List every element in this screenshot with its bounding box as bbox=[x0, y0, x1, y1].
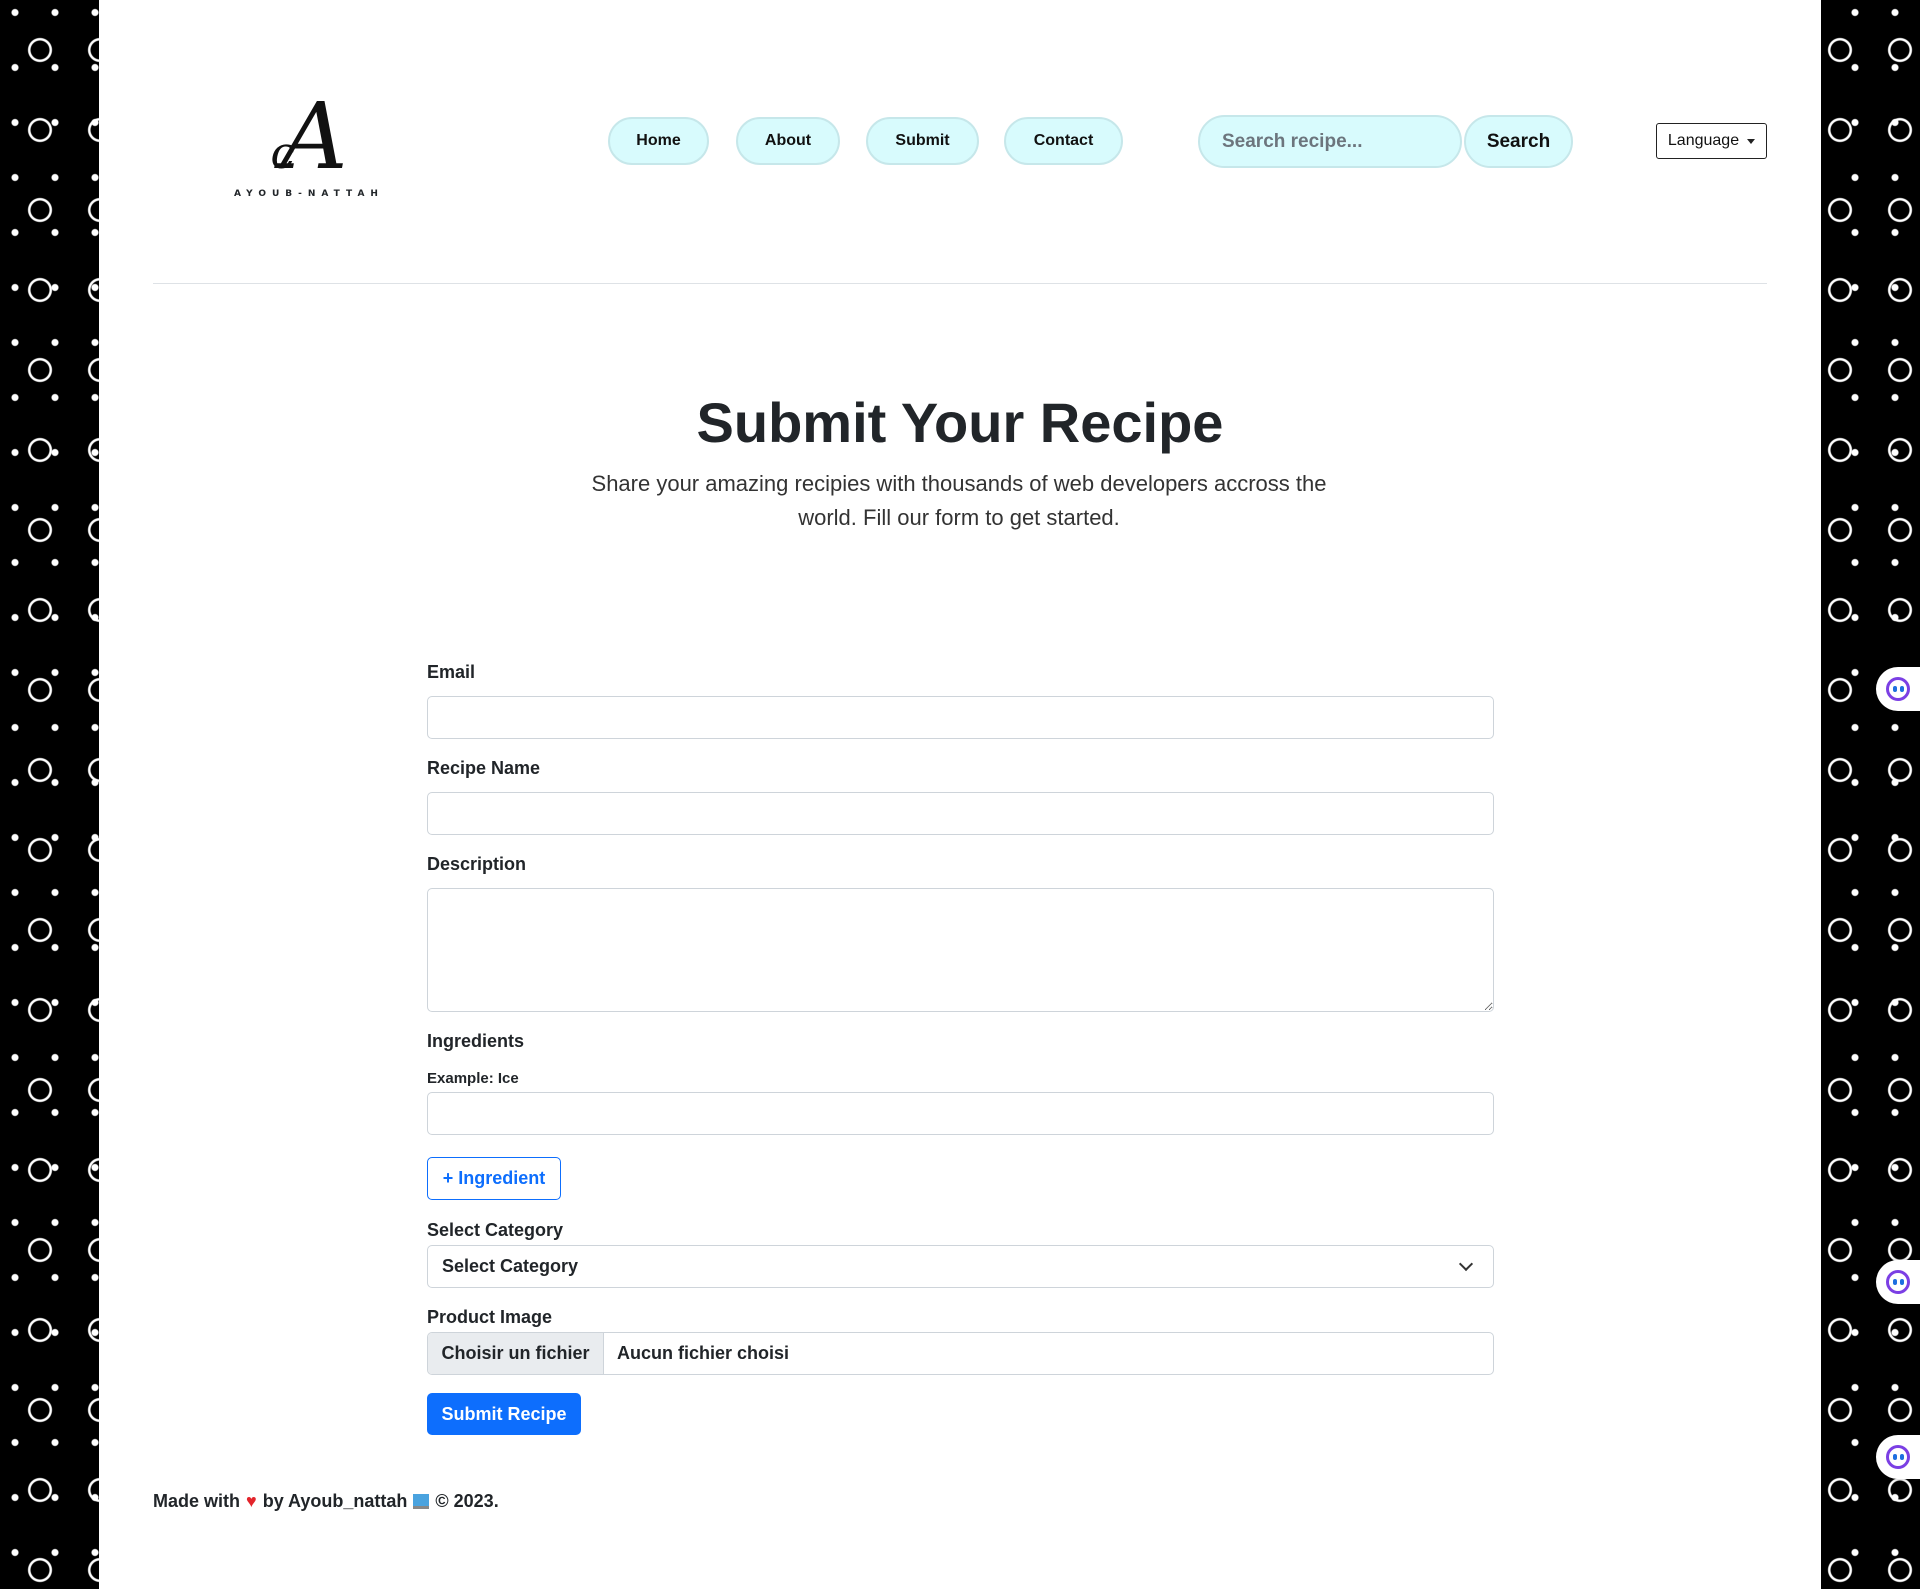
ingredients-label: Ingredients bbox=[427, 1031, 525, 1051]
submit-recipe-button[interactable]: Submit Recipe bbox=[427, 1393, 581, 1435]
assistant-widget-icon bbox=[1886, 1445, 1910, 1469]
search-button[interactable]: Search bbox=[1464, 115, 1573, 168]
product-image-input[interactable]: Choisir un fichier Aucun fichier choisi bbox=[427, 1332, 1494, 1375]
logo-monogram: cA bbox=[270, 83, 348, 190]
file-status: Aucun fichier choisi bbox=[617, 1343, 790, 1363]
footer: Made with ♥ by Ayoub_nattah © 2023. bbox=[153, 1491, 499, 1512]
choose-file-button[interactable]: Choisir un fichier bbox=[428, 1333, 604, 1374]
email-field[interactable] bbox=[427, 696, 1494, 739]
assistant-widget-button[interactable] bbox=[1876, 1260, 1920, 1304]
language-label: Language bbox=[1667, 132, 1740, 149]
category-selected-value: Select Category bbox=[442, 1256, 579, 1276]
assistant-widget-button[interactable] bbox=[1876, 1435, 1920, 1479]
ingredient-field[interactable] bbox=[427, 1092, 1494, 1135]
footer-made-with: Made with bbox=[153, 1491, 241, 1511]
chevron-down-icon bbox=[1458, 1256, 1474, 1272]
add-ingredient-button[interactable]: + Ingredient bbox=[427, 1157, 561, 1200]
heart-icon: ♥ bbox=[246, 1491, 257, 1511]
footer-author: by Ayoub_nattah bbox=[262, 1491, 408, 1511]
description-field[interactable] bbox=[427, 888, 1494, 1012]
nav-about[interactable]: About bbox=[736, 117, 840, 165]
assistant-widget-button[interactable] bbox=[1876, 667, 1920, 711]
logo-text: AYOUB-NATTAH bbox=[234, 189, 384, 199]
category-select[interactable]: Select Category bbox=[427, 1245, 1494, 1288]
language-dropdown[interactable]: Language bbox=[1656, 123, 1767, 159]
nav-home[interactable]: Home bbox=[608, 117, 709, 165]
assistant-widget-icon bbox=[1886, 677, 1910, 701]
nav-contact[interactable]: Contact bbox=[1004, 117, 1123, 165]
caret-down-icon bbox=[1747, 138, 1756, 144]
page-container: cA AYOUB-NATTAH Home About Submit Contac… bbox=[99, 0, 1821, 1589]
ingredients-example-label: Example: Ice bbox=[427, 1070, 519, 1087]
nav-submit[interactable]: Submit bbox=[866, 117, 979, 165]
page-title: Submit Your Recipe bbox=[696, 391, 1224, 454]
footer-copyright: © 2023. bbox=[435, 1491, 499, 1511]
brand-logo[interactable]: cA AYOUB-NATTAH bbox=[194, 30, 424, 260]
header-divider bbox=[153, 283, 1767, 284]
recipe-name-field[interactable] bbox=[427, 792, 1494, 835]
description-label: Description bbox=[427, 854, 527, 874]
assistant-widget-icon bbox=[1886, 1270, 1910, 1294]
category-label: Select Category bbox=[427, 1220, 564, 1240]
product-image-label: Product Image bbox=[427, 1307, 553, 1327]
email-label: Email bbox=[427, 662, 476, 682]
page-subtitle: Share your amazing recipies with thousan… bbox=[591, 471, 1327, 530]
recipe-name-label: Recipe Name bbox=[427, 758, 541, 778]
search-input[interactable] bbox=[1198, 115, 1462, 168]
laptop-icon bbox=[413, 1494, 430, 1509]
